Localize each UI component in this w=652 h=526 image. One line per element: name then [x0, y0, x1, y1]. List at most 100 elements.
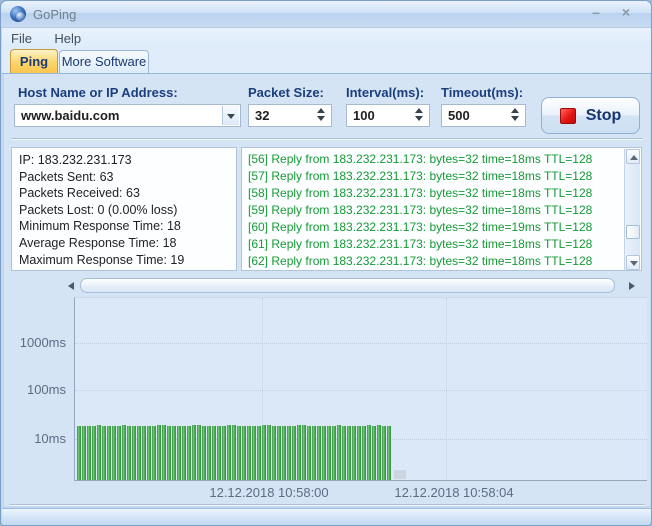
ytick-100ms: 100ms [8, 382, 66, 397]
ping-bar [237, 426, 241, 480]
timeout-value: 500 [448, 108, 470, 123]
stat-line: Maximum Response Time: 19 [19, 252, 236, 269]
ping-bar [177, 426, 181, 480]
interval-input[interactable]: 100 [346, 104, 430, 127]
chevron-down-icon [227, 114, 235, 119]
ping-bar [252, 426, 256, 480]
ping-bar [152, 426, 156, 480]
app-window: GoPing – × File Help Ping More Software … [0, 0, 652, 526]
ping-bar [217, 426, 221, 480]
ping-log-panel[interactable]: [56] Reply from 183.232.231.173: bytes=3… [241, 147, 642, 271]
stat-line: Average Response Time: 18 [19, 235, 236, 252]
ping-tab-content: Host Name or IP Address: Packet Size: In… [4, 74, 650, 506]
menu-file[interactable]: File [2, 28, 41, 49]
ping-bar [212, 426, 216, 480]
log-line: [61] Reply from 183.232.231.173: bytes=3… [248, 236, 641, 253]
window-footer [2, 508, 652, 526]
tab-strip: Ping More Software [2, 49, 652, 74]
tab-more-software[interactable]: More Software [59, 50, 149, 73]
ping-bar [207, 426, 211, 480]
log-line: [59] Reply from 183.232.231.173: bytes=3… [248, 202, 641, 219]
ping-bar [227, 425, 231, 480]
spin-down-icon[interactable] [317, 116, 325, 121]
ping-bar [82, 426, 86, 480]
stat-line: Minimum Response Time: 18 [19, 218, 236, 235]
ping-chart [74, 297, 647, 481]
ping-bar [107, 426, 111, 480]
menu-help[interactable]: Help [45, 28, 90, 49]
spin-up-icon[interactable] [415, 108, 423, 113]
ping-bar [232, 425, 236, 480]
menu-bar: File Help [2, 28, 652, 49]
ping-bar [142, 426, 146, 480]
ping-bar [222, 426, 226, 480]
packet-size-stepper[interactable] [317, 108, 326, 121]
ping-bar [102, 426, 106, 480]
ping-bar [372, 426, 376, 480]
ping-bar [322, 426, 326, 480]
ping-bar [77, 426, 81, 480]
close-button[interactable]: × [614, 4, 638, 22]
ping-bar [167, 426, 171, 480]
ping-bar [302, 425, 306, 480]
minimize-button[interactable]: – [584, 4, 608, 22]
ping-bar [172, 426, 176, 480]
scroll-up-button[interactable] [626, 149, 640, 164]
stat-line: Packets Lost: 0 (0.00% loss) [19, 202, 236, 219]
ping-bar [347, 426, 351, 480]
ping-bar [297, 425, 301, 480]
timeout-stepper[interactable] [511, 108, 520, 121]
ytick-10ms: 10ms [8, 431, 66, 446]
log-lines: [56] Reply from 183.232.231.173: bytes=3… [248, 151, 641, 270]
timeout-input[interactable]: 500 [441, 104, 526, 127]
divider [9, 504, 645, 506]
interval-label: Interval(ms): [346, 85, 424, 100]
divider [11, 138, 643, 140]
stat-line: Packets Received: 63 [19, 185, 236, 202]
spin-down-icon[interactable] [511, 116, 519, 121]
interval-stepper[interactable] [415, 108, 424, 121]
ping-bar [367, 425, 371, 480]
ping-bar [112, 426, 116, 480]
packet-size-value: 32 [255, 108, 269, 123]
spin-up-icon[interactable] [317, 108, 325, 113]
xtick-1: 12.12.2018 10:58:00 [189, 485, 349, 500]
ping-bar [162, 425, 166, 480]
ping-bar [117, 426, 121, 480]
ping-bar [97, 425, 101, 480]
ping-bar [382, 426, 386, 480]
spin-down-icon[interactable] [415, 116, 423, 121]
stop-button[interactable]: Stop [541, 97, 640, 134]
spin-up-icon[interactable] [511, 108, 519, 113]
scroll-left-button[interactable] [65, 278, 79, 294]
ping-bar [282, 426, 286, 480]
title-bar[interactable]: GoPing – × [1, 1, 652, 28]
host-value: www.baidu.com [21, 108, 119, 123]
scrollbar-thumb[interactable] [80, 278, 615, 293]
chart-scrollbar[interactable] [65, 278, 638, 294]
log-scrollbar[interactable] [624, 149, 640, 270]
ping-bar [197, 425, 201, 480]
ping-bar [277, 426, 281, 480]
host-dropdown-button[interactable] [222, 106, 239, 125]
scroll-right-button[interactable] [624, 278, 638, 294]
ping-bar [352, 426, 356, 480]
scrollbar-thumb[interactable] [626, 225, 640, 239]
ping-bar [307, 426, 311, 480]
ping-bar [242, 426, 246, 480]
ping-bar [127, 426, 131, 480]
tab-ping[interactable]: Ping [10, 49, 58, 73]
ping-bar [377, 425, 381, 480]
ping-bar [317, 426, 321, 480]
scroll-down-button[interactable] [626, 255, 640, 270]
ping-bar [132, 426, 136, 480]
host-input[interactable]: www.baidu.com [14, 104, 241, 127]
ping-bar [357, 426, 361, 480]
ping-bar [92, 426, 96, 480]
log-line: [56] Reply from 183.232.231.173: bytes=3… [248, 151, 641, 168]
packet-size-input[interactable]: 32 [248, 104, 332, 127]
ping-statistics-panel: IP: 183.232.231.173Packets Sent: 63Packe… [11, 147, 237, 271]
window-title: GoPing [33, 7, 76, 22]
arrow-down-icon [630, 261, 638, 266]
ping-bar [192, 425, 196, 480]
